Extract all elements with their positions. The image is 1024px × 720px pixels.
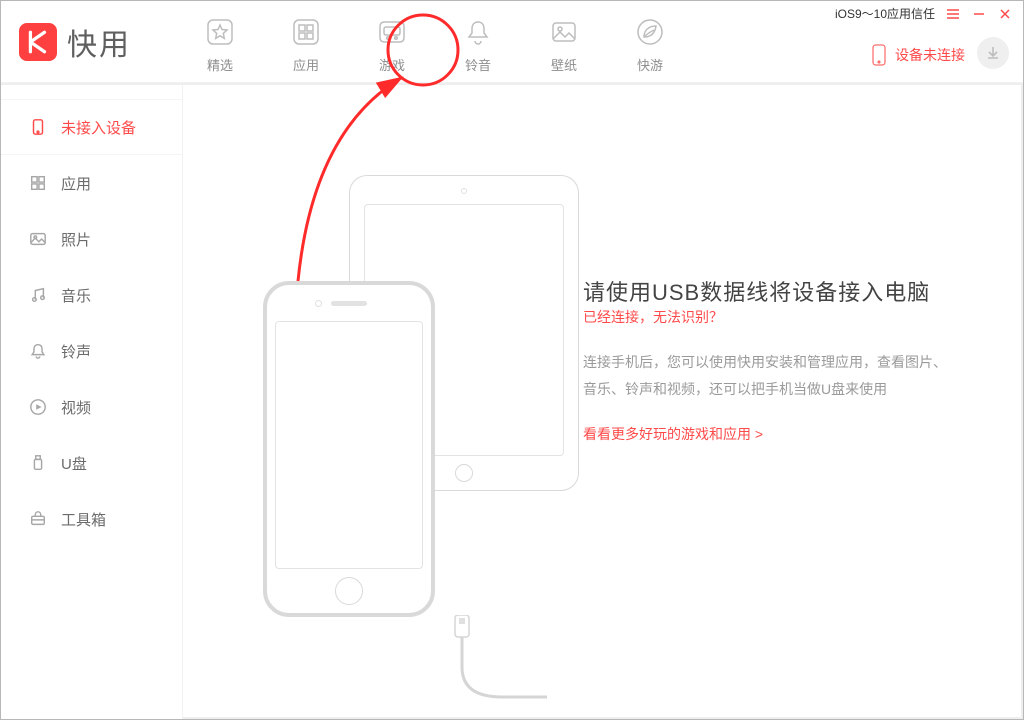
download-button[interactable] xyxy=(977,37,1009,69)
device-status[interactable]: 设备未连接 xyxy=(871,43,965,67)
image-icon xyxy=(29,230,47,248)
sidebar-item-no-device[interactable]: 未接入设备 xyxy=(1,99,182,155)
grid-icon xyxy=(29,174,47,192)
sidebar-item-ring[interactable]: 铃声 xyxy=(1,323,182,379)
brand-mark-icon xyxy=(19,23,57,61)
sidebar-item-label: 未接入设备 xyxy=(61,117,136,138)
connect-desc: 连接手机后，您可以使用快用安装和管理应用，查看图片、 音乐、铃声和视频，还可以把… xyxy=(583,349,973,402)
header: 快用 精选 应用 游戏 铃音 xyxy=(1,1,1023,83)
sidebar-item-toolbox[interactable]: 工具箱 xyxy=(1,491,182,547)
topnav-wallpaper[interactable]: 壁纸 xyxy=(547,15,581,74)
sidebar-item-label: 照片 xyxy=(61,229,91,250)
phone-icon xyxy=(263,281,435,617)
bell-icon xyxy=(29,342,47,360)
music-icon xyxy=(29,286,47,304)
topnav-ringtones[interactable]: 铃音 xyxy=(461,15,495,74)
topnav-featured[interactable]: 精选 xyxy=(203,15,237,74)
topnav-label: 快游 xyxy=(637,55,663,74)
bell-icon xyxy=(461,15,495,49)
sidebar-item-label: U盘 xyxy=(61,453,87,474)
topnav-games[interactable]: 游戏 xyxy=(375,15,409,74)
menu-icon[interactable] xyxy=(945,6,961,22)
window-controls: iOS9～10应用信任 xyxy=(835,5,1013,22)
toolbox-icon xyxy=(29,510,47,528)
sidebar-item-label: 铃声 xyxy=(61,341,91,362)
minimize-icon[interactable] xyxy=(971,6,987,22)
ios-trust-link[interactable]: iOS9～10应用信任 xyxy=(835,5,935,22)
star-icon xyxy=(203,15,237,49)
usb-cable-icon xyxy=(347,615,547,720)
close-icon[interactable] xyxy=(997,6,1013,22)
more-apps-link[interactable]: 看看更多好玩的游戏和应用 > xyxy=(583,424,763,444)
device-illustration xyxy=(263,175,563,605)
topnav-quick[interactable]: 快游 xyxy=(633,15,667,74)
connect-copy: 请使用USB数据线将设备接入电脑 已经连接，无法识别？ 连接手机后，您可以使用快… xyxy=(583,275,973,444)
sidebar-item-label: 工具箱 xyxy=(61,509,106,530)
sidebar-item-music[interactable]: 音乐 xyxy=(1,267,182,323)
brand-logo: 快用 xyxy=(1,1,183,82)
sidebar: 未接入设备 应用 照片 音乐 铃声 视频 U盘 工具箱 xyxy=(1,85,183,719)
phone-icon xyxy=(29,118,47,136)
topnav-label: 游戏 xyxy=(379,55,405,74)
usb-icon xyxy=(29,454,47,472)
play-icon xyxy=(29,398,47,416)
topnav-label: 壁纸 xyxy=(551,55,577,74)
sidebar-item-label: 音乐 xyxy=(61,285,91,306)
topnav-label: 精选 xyxy=(207,55,233,74)
sidebar-item-udisk[interactable]: U盘 xyxy=(1,435,182,491)
connect-desc-line1: 连接手机后，您可以使用快用安装和管理应用，查看图片、 xyxy=(583,354,947,370)
cannot-recognize-link[interactable]: 已经连接，无法识别？ xyxy=(583,309,723,325)
sidebar-item-app[interactable]: 应用 xyxy=(1,155,182,211)
topnav-label: 应用 xyxy=(293,55,319,74)
apps-grid-icon xyxy=(289,15,323,49)
image-icon xyxy=(547,15,581,49)
connect-headline: 请使用USB数据线将设备接入电脑 xyxy=(583,275,973,307)
device-status-text: 设备未连接 xyxy=(895,45,965,65)
connect-desc-line2: 音乐、铃声和视频，还可以把手机当做U盘来使用 xyxy=(583,381,887,397)
sidebar-item-photo[interactable]: 照片 xyxy=(1,211,182,267)
sidebar-item-label: 视频 xyxy=(61,397,91,418)
body: 未接入设备 应用 照片 音乐 铃声 视频 U盘 工具箱 xyxy=(1,83,1023,719)
brand-name: 快用 xyxy=(67,20,131,64)
top-nav: 精选 应用 游戏 铃音 壁纸 xyxy=(183,1,667,74)
main-content: 请使用USB数据线将设备接入电脑 已经连接，无法识别？ 连接手机后，您可以使用快… xyxy=(183,85,1021,717)
leaf-icon xyxy=(633,15,667,49)
sidebar-item-label: 应用 xyxy=(61,173,91,194)
topnav-apps[interactable]: 应用 xyxy=(289,15,323,74)
gamepad-icon xyxy=(375,15,409,49)
topnav-label: 铃音 xyxy=(465,55,491,74)
sidebar-item-video[interactable]: 视频 xyxy=(1,379,182,435)
